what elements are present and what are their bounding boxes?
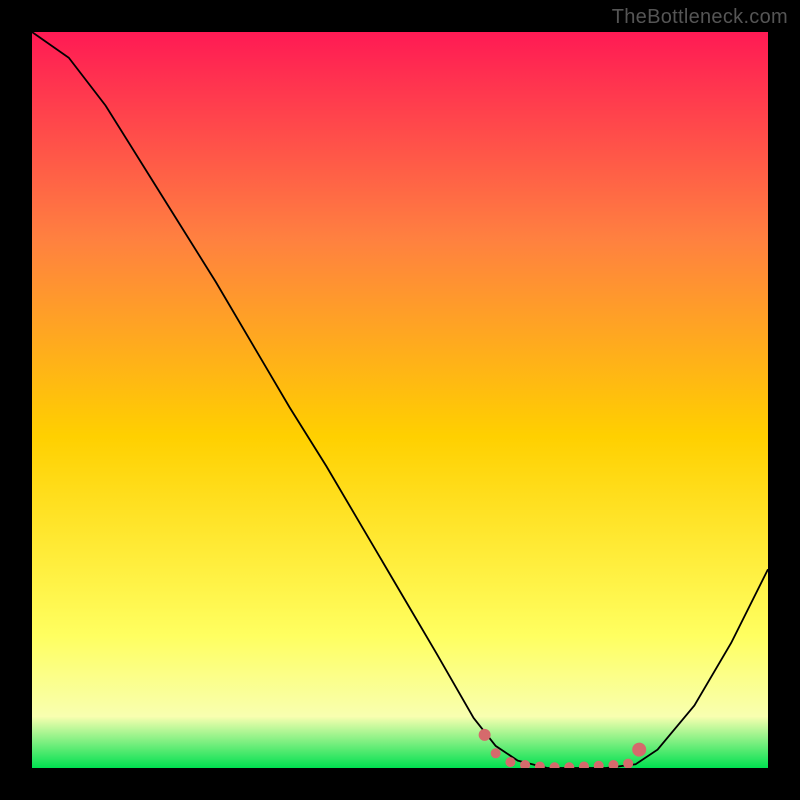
optimal-marker xyxy=(479,729,491,741)
chart-svg xyxy=(32,32,768,768)
optimal-marker xyxy=(505,757,515,767)
plot-area xyxy=(32,32,768,768)
optimal-marker xyxy=(632,743,646,757)
gradient-background xyxy=(32,32,768,768)
chart-root: TheBottleneck.com xyxy=(0,0,800,800)
watermark-text: TheBottleneck.com xyxy=(612,6,788,29)
optimal-marker xyxy=(491,748,501,758)
